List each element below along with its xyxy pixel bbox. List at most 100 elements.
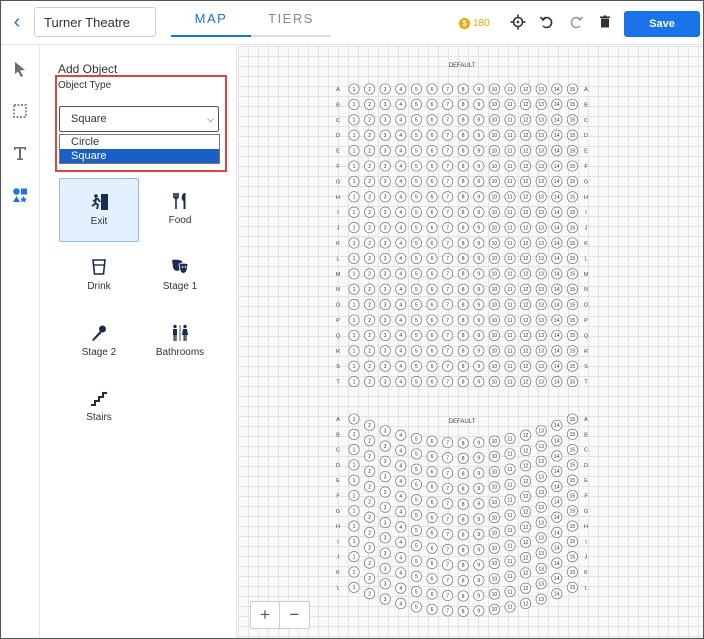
seat[interactable]: 11 <box>504 478 516 491</box>
seat[interactable]: 11 <box>504 252 516 264</box>
object-exit[interactable]: Exit <box>59 178 139 242</box>
seat[interactable]: 5 <box>410 586 422 598</box>
seat[interactable]: 2 <box>364 588 376 600</box>
seat[interactable]: 2 <box>364 314 376 326</box>
seat[interactable]: 1 <box>348 489 360 502</box>
seat[interactable]: 8 <box>457 191 469 203</box>
seat[interactable]: 9 <box>473 452 485 464</box>
seat[interactable]: 8 <box>457 283 469 295</box>
seat[interactable]: 10 <box>488 283 500 295</box>
seat[interactable]: 2 <box>364 98 376 110</box>
seat[interactable]: 13 <box>535 376 547 388</box>
seat[interactable]: 11 <box>504 360 516 372</box>
seat[interactable]: 14 <box>551 98 563 110</box>
seat[interactable]: 15 <box>566 191 578 203</box>
seat[interactable]: 12 <box>520 252 532 264</box>
seat[interactable]: 6 <box>426 299 438 311</box>
seat[interactable]: 9 <box>473 83 485 95</box>
seat[interactable]: 10 <box>488 98 500 110</box>
seat[interactable]: 8 <box>457 590 469 602</box>
seat[interactable]: 9 <box>473 175 485 187</box>
seat[interactable]: 10 <box>488 329 500 341</box>
seat[interactable]: 6 <box>426 496 438 508</box>
seat[interactable]: 15 <box>566 145 578 157</box>
seat[interactable]: 11 <box>504 494 516 506</box>
seat[interactable]: 6 <box>426 206 438 218</box>
seat[interactable]: 8 <box>457 345 469 357</box>
seat[interactable]: 7 <box>442 191 454 203</box>
seat[interactable]: 7 <box>442 145 454 157</box>
seat[interactable]: 2 <box>364 222 376 234</box>
seat[interactable]: 7 <box>442 175 454 187</box>
seat[interactable]: 7 <box>442 237 454 249</box>
seat[interactable]: 7 <box>442 160 454 172</box>
seat[interactable]: 10 <box>488 376 500 388</box>
seat[interactable]: 14 <box>551 511 563 523</box>
seat[interactable]: 2 <box>364 114 376 126</box>
seat[interactable]: 14 <box>551 465 563 477</box>
seat[interactable]: 14 <box>551 129 563 141</box>
seat[interactable]: 2 <box>364 450 376 462</box>
seat[interactable]: 6 <box>426 573 438 585</box>
seat[interactable]: 14 <box>551 481 563 493</box>
seat[interactable]: 3 <box>379 222 391 234</box>
seat[interactable]: 14 <box>551 191 563 203</box>
seat[interactable]: 10 <box>488 83 500 95</box>
seat[interactable]: 11 <box>504 283 516 295</box>
seat[interactable]: 1 <box>348 360 360 372</box>
seat[interactable]: 4 <box>395 521 407 533</box>
seat[interactable]: 11 <box>504 570 516 582</box>
seat[interactable]: 9 <box>473 605 485 617</box>
seat[interactable]: 13 <box>535 191 547 203</box>
seat[interactable]: 12 <box>520 268 532 280</box>
seat[interactable]: 8 <box>457 129 469 141</box>
seat[interactable]: 2 <box>364 83 376 95</box>
seat[interactable]: 13 <box>535 360 547 372</box>
seat[interactable]: 12 <box>520 237 532 249</box>
seat[interactable]: 15 <box>566 252 578 264</box>
seat[interactable]: 1 <box>348 314 360 326</box>
seat[interactable]: 6 <box>426 145 438 157</box>
seat[interactable]: 7 <box>442 376 454 388</box>
seat[interactable]: 13 <box>535 532 547 544</box>
seat[interactable]: 8 <box>457 98 469 110</box>
crosshair-icon[interactable] <box>509 13 527 31</box>
seat[interactable]: 10 <box>488 360 500 372</box>
save-button[interactable]: Save <box>624 11 700 37</box>
seat[interactable]: 1 <box>348 581 360 593</box>
seat[interactable]: 5 <box>410 433 422 445</box>
seat[interactable]: 13 <box>535 237 547 249</box>
seat[interactable]: 1 <box>348 222 360 234</box>
seat[interactable]: 5 <box>410 283 422 295</box>
seat[interactable]: 8 <box>457 513 469 526</box>
seat[interactable]: 8 <box>457 559 469 571</box>
seat[interactable]: 8 <box>457 437 469 449</box>
seat[interactable]: 11 <box>504 555 516 567</box>
seat[interactable]: 9 <box>473 191 485 203</box>
seat[interactable]: 1 <box>348 505 360 517</box>
object-stage-1[interactable]: Stage 1 <box>140 244 220 308</box>
seat[interactable]: 14 <box>551 345 563 357</box>
seat[interactable]: 9 <box>473 345 485 357</box>
seat[interactable]: 5 <box>410 206 422 218</box>
seat[interactable]: 5 <box>410 601 422 613</box>
undo-icon[interactable] <box>538 13 556 31</box>
seat[interactable]: 10 <box>488 145 500 157</box>
seat[interactable]: 11 <box>504 448 516 460</box>
seat[interactable]: 14 <box>551 572 563 584</box>
seat[interactable]: 11 <box>504 376 516 388</box>
seat[interactable]: 10 <box>488 114 500 126</box>
seat[interactable]: 5 <box>410 114 422 126</box>
seat[interactable]: 8 <box>457 160 469 172</box>
seat[interactable]: 10 <box>488 557 500 569</box>
seat[interactable]: 8 <box>457 206 469 218</box>
seat[interactable]: 3 <box>379 252 391 264</box>
seat[interactable]: 12 <box>520 460 532 472</box>
seat[interactable]: 15 <box>566 283 578 295</box>
seat[interactable]: 10 <box>488 603 500 615</box>
seat[interactable]: 1 <box>348 566 360 578</box>
seat[interactable]: 2 <box>364 191 376 203</box>
seat[interactable]: 13 <box>535 329 547 341</box>
seat[interactable]: 12 <box>520 191 532 203</box>
seat[interactable]: 15 <box>566 489 578 502</box>
